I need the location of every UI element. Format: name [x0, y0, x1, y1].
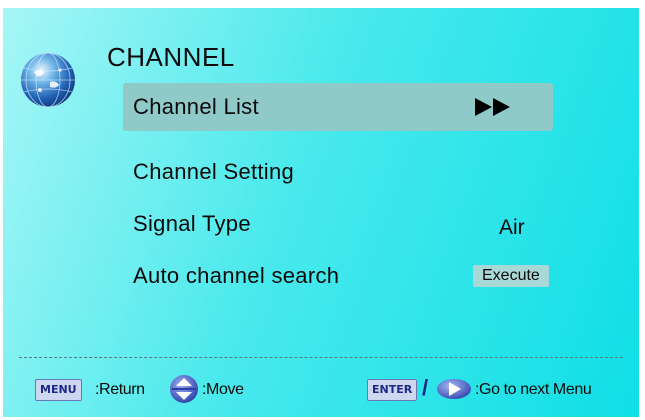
menu-item-label: Auto channel search — [133, 263, 340, 288]
double-arrow-right-icon — [475, 98, 510, 116]
return-hint: :Return — [95, 381, 145, 398]
menu-item-signal-type[interactable]: Signal Type Air — [123, 200, 553, 248]
next-menu-hint: :Go to next Menu — [475, 381, 592, 398]
signal-type-value: Air — [499, 215, 525, 239]
tv-menu-screen: CHANNEL Channel List Channel Setting Sig… — [3, 8, 639, 417]
up-down-arrow-icon — [170, 375, 198, 403]
menu-item-label: Signal Type — [133, 211, 251, 236]
menu-item-label: Channel List — [133, 94, 259, 119]
menu-item-channel-setting[interactable]: Channel Setting — [123, 148, 553, 196]
footer-help-bar: MENU :Return :Move ENTER /:Go to next M… — [3, 375, 639, 405]
execute-button[interactable]: Execute — [473, 265, 549, 287]
menu-item-auto-channel-search[interactable]: Auto channel search Execute — [123, 252, 553, 300]
move-hint: :Move — [202, 381, 244, 398]
right-arrow-icon — [437, 379, 471, 399]
footer-divider — [19, 357, 623, 358]
menu-title: CHANNEL — [107, 42, 235, 72]
globe-icon — [21, 52, 75, 108]
separator-slash: / — [422, 375, 429, 400]
menu-item-label: Channel Setting — [133, 159, 295, 184]
enter-key-badge: ENTER — [367, 379, 418, 401]
menu-key-badge: MENU — [35, 379, 82, 401]
menu-item-channel-list[interactable]: Channel List — [123, 83, 553, 131]
